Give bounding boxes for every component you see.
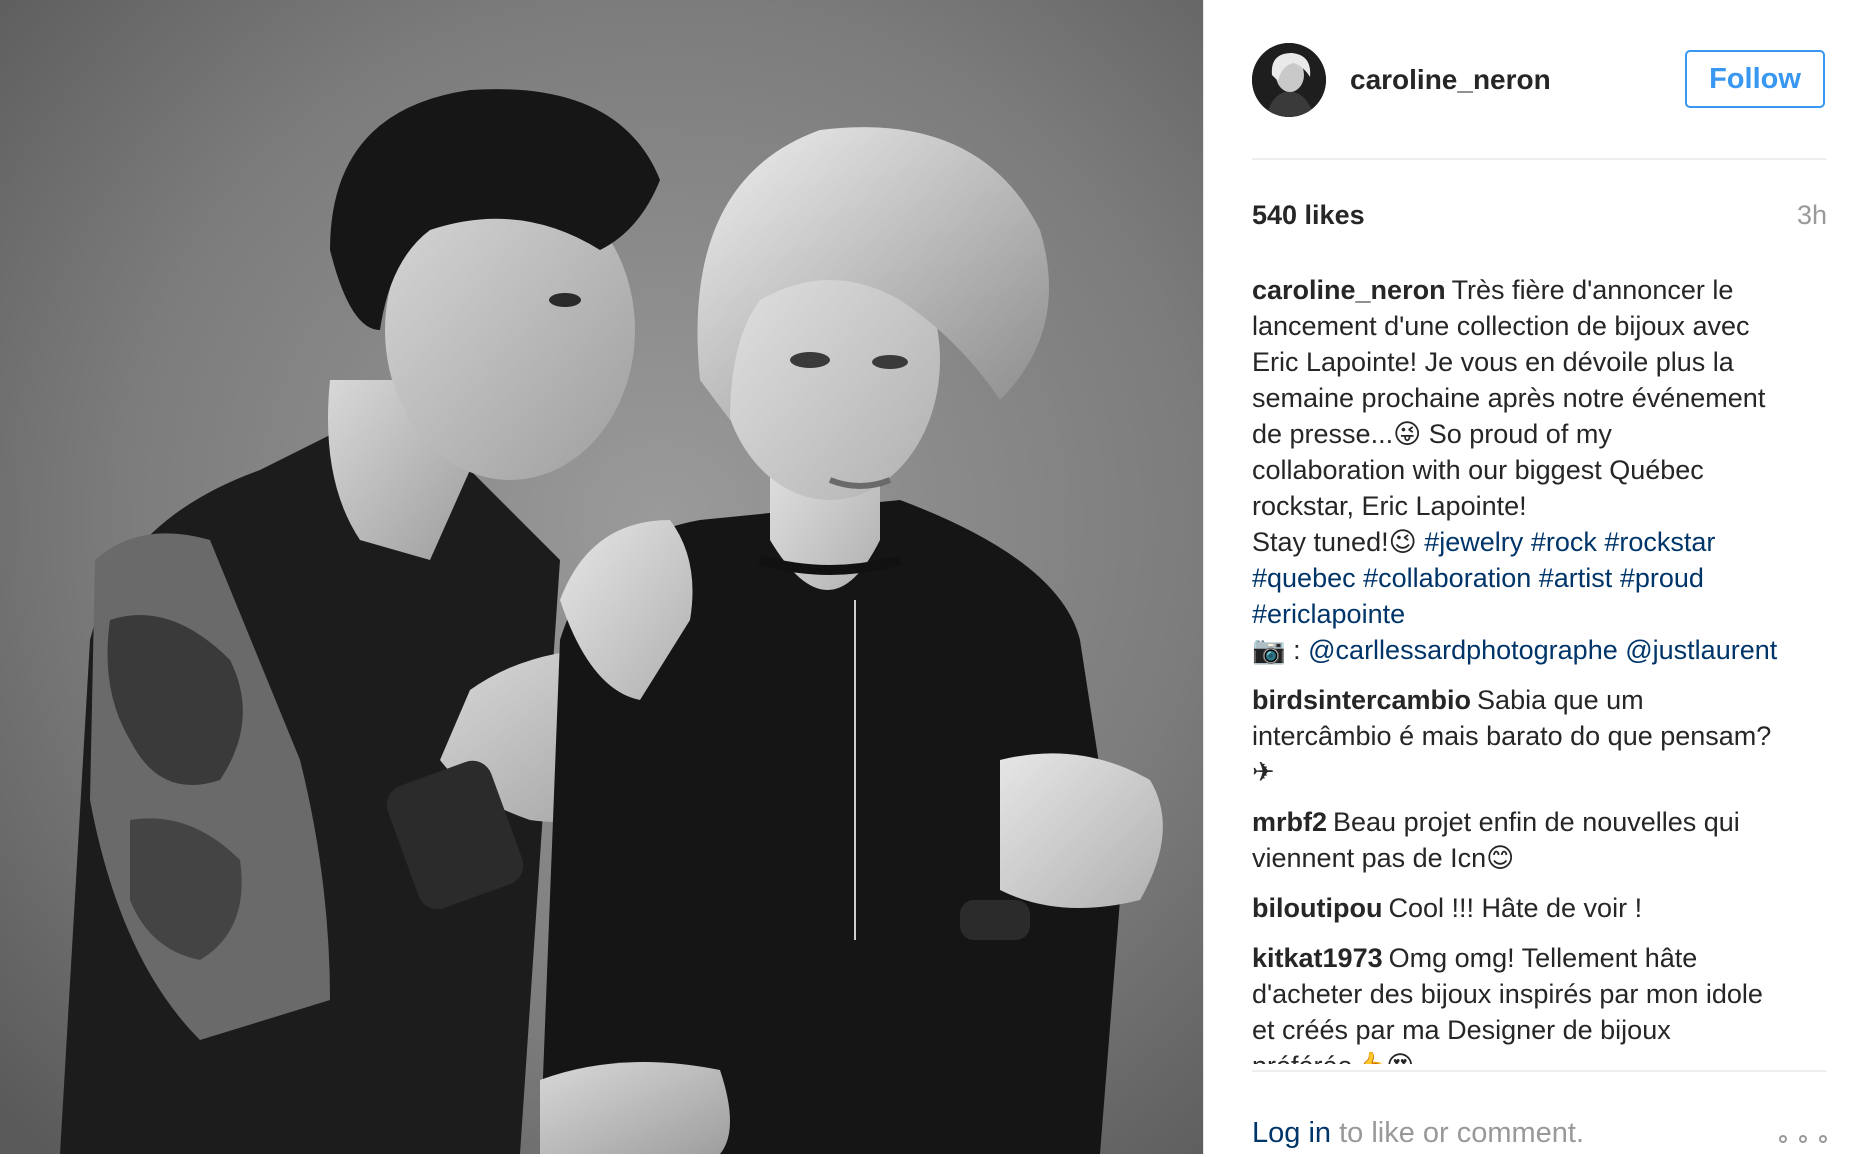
caption-text: Très fière d'annoncer le: [1451, 275, 1734, 305]
caption-hashtag-line: Stay tuned!😉 #jewelry #rock #rockstar: [1252, 524, 1832, 560]
caption: caroline_neron Très fière d'annoncer le l…: [1252, 272, 1832, 668]
mention-link[interactable]: @justlaurent: [1625, 635, 1777, 665]
caption-credit-line: 📷 : @carllessardphotographe @justlaurent: [1252, 632, 1832, 668]
post-timestamp[interactable]: 3h: [1797, 200, 1827, 231]
credit-separator: :: [1285, 635, 1309, 665]
hashtag-link[interactable]: #quebec: [1252, 563, 1356, 593]
post-photo[interactable]: [0, 0, 1203, 1154]
likes-count[interactable]: 540 likes: [1252, 200, 1365, 231]
post-footer: Log in to like or comment.: [1252, 1117, 1827, 1157]
caption-hashtag-line: #quebec #collaboration #artist #proud: [1252, 560, 1832, 596]
user-avatar[interactable]: [1252, 43, 1326, 117]
comment-text: Omg omg! Tellement hâte: [1388, 943, 1698, 973]
hashtag-link[interactable]: #jewelry: [1424, 527, 1523, 557]
comment-text: Beau projet enfin de nouvelles qui: [1333, 807, 1740, 837]
header-divider: [1252, 158, 1827, 160]
comment-text: viennent pas de Icn😊: [1252, 843, 1515, 873]
comment-text: intercâmbio é mais barato do que pensam?: [1252, 721, 1772, 751]
caption-text: rockstar, Eric Lapointe!: [1252, 491, 1527, 521]
caption-hashtag-line: #ericlapointe: [1252, 596, 1832, 632]
mention-link[interactable]: @carllessardphotographe: [1308, 635, 1618, 665]
caption-text: Eric Lapointe! Je vous en dévoile plus l…: [1252, 347, 1734, 377]
follow-button[interactable]: Follow: [1685, 50, 1825, 108]
comment-text: d'acheter des bijoux inspirés par mon id…: [1252, 979, 1763, 1009]
more-dot: [1819, 1135, 1827, 1143]
hashtag-link[interactable]: #collaboration: [1363, 563, 1531, 593]
camera-emoji: 📷: [1252, 635, 1286, 665]
comments-list[interactable]: caroline_neron Très fière d'annoncer le l…: [1252, 272, 1832, 1064]
hashtag-link[interactable]: #rock: [1531, 527, 1597, 557]
login-prompt-text: to like or comment.: [1331, 1117, 1585, 1149]
caption-text: collaboration with our biggest Québec: [1252, 455, 1704, 485]
comment-item: birdsintercambio Sabia que um intercâmbio…: [1252, 682, 1832, 790]
comment-author-link[interactable]: biloutipou: [1252, 893, 1382, 923]
comment-item: biloutipou Cool !!! Hâte de voir !: [1252, 890, 1832, 926]
comment-author-link[interactable]: birdsintercambio: [1252, 685, 1471, 715]
caption-text: de presse...😜 So proud of my: [1252, 419, 1612, 449]
hashtag-link[interactable]: #ericlapointe: [1252, 599, 1405, 629]
footer-divider: [1252, 1070, 1827, 1072]
login-link[interactable]: Log in: [1252, 1117, 1331, 1149]
comment-text: Sabia que um: [1477, 685, 1644, 715]
comment-author-link[interactable]: mrbf2: [1252, 807, 1327, 837]
comment-text: ✈: [1252, 757, 1275, 787]
caption-author-link[interactable]: caroline_neron: [1252, 275, 1446, 305]
more-dot: [1779, 1135, 1787, 1143]
username-link[interactable]: caroline_neron: [1350, 64, 1551, 96]
post-sidebar: caroline_neron Follow 540 likes 3h carol…: [1203, 0, 1874, 1154]
comment-text: et créés par ma Designer de bijoux: [1252, 1015, 1671, 1045]
hashtag-link[interactable]: #proud: [1620, 563, 1704, 593]
comment-text: Cool !!! Hâte de voir !: [1388, 893, 1643, 923]
caption-text: Stay tuned!😉: [1252, 527, 1417, 557]
comment-author-link[interactable]: kitkat1973: [1252, 943, 1383, 973]
comment-item: kitkat1973 Omg omg! Tellement hâte d'ache…: [1252, 940, 1832, 1064]
caption-text: lancement d'une collection de bijoux ave…: [1252, 311, 1750, 341]
more-dot: [1799, 1135, 1807, 1143]
comment-item: mrbf2 Beau projet enfin de nouvelles qui …: [1252, 804, 1832, 876]
hashtag-link[interactable]: #rockstar: [1604, 527, 1715, 557]
post-header: caroline_neron Follow: [1252, 40, 1827, 120]
comment-text: préférée👍😍: [1252, 1048, 1832, 1064]
caption-text: semaine prochaine après notre événement: [1252, 383, 1766, 413]
hashtag-link[interactable]: #artist: [1539, 563, 1613, 593]
more-options-icon[interactable]: [1779, 1131, 1827, 1147]
